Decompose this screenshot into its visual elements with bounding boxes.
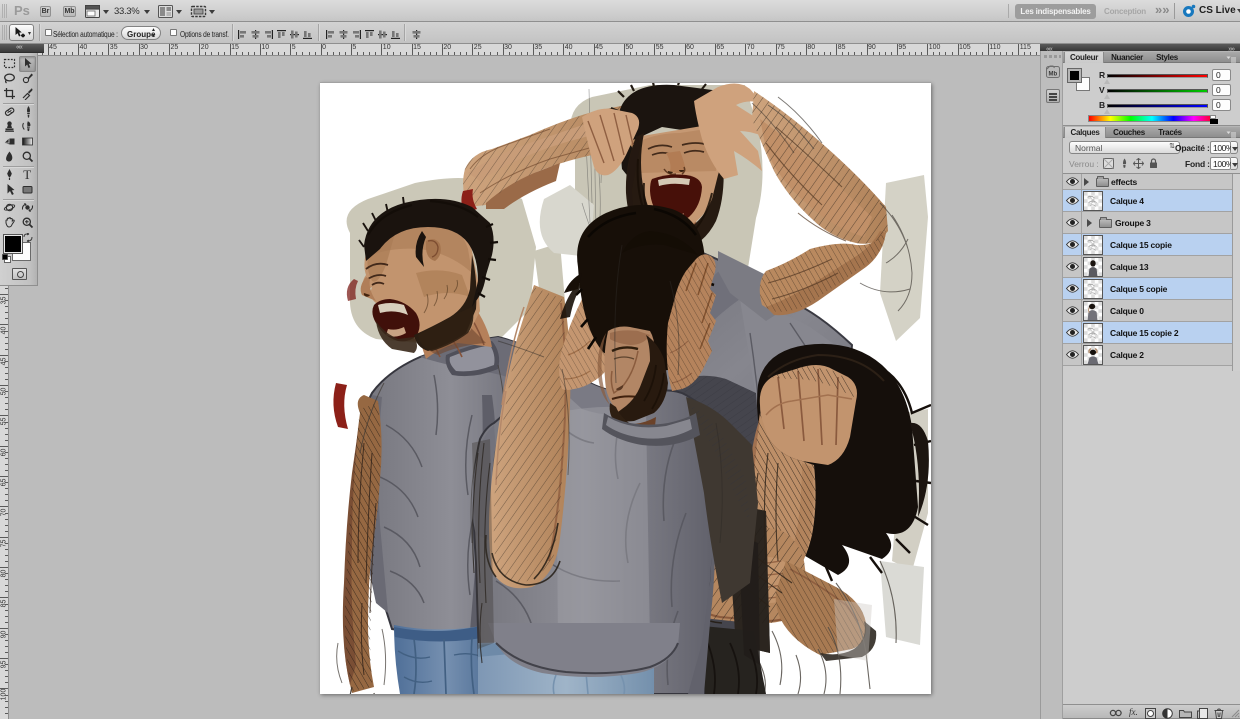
svg-text:Mb: Mb	[1049, 72, 1058, 78]
svg-text:T: T	[23, 168, 31, 181]
